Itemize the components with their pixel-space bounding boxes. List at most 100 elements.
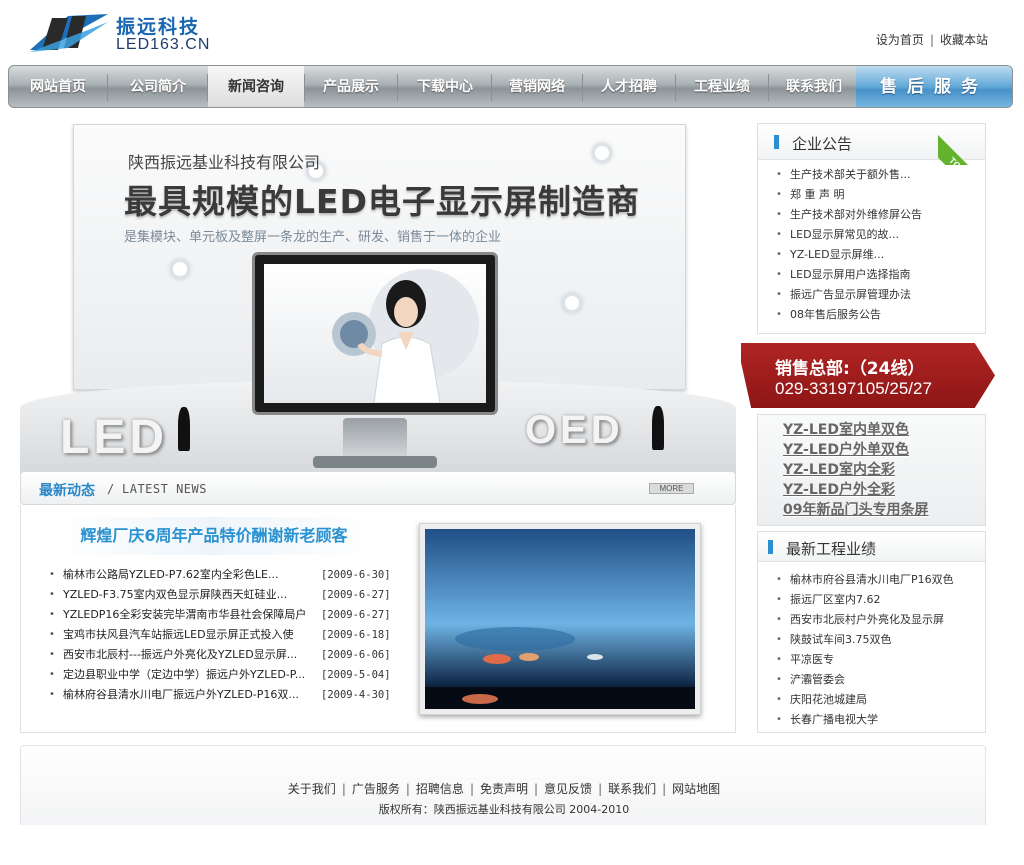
project-item[interactable]: 庆阳花池城建局	[758, 690, 985, 710]
hotline-label: 销售总部:（24线）	[775, 359, 925, 379]
footer-separator: |	[341, 782, 346, 796]
notice-item[interactable]: 生产技术部对外维修屏公告	[758, 205, 985, 225]
notice-panel-title: 企业公告	[792, 135, 853, 153]
nav-item-news[interactable]: 新闻咨询	[208, 66, 304, 107]
map-dot	[592, 143, 612, 163]
person-silhouette-icon	[652, 406, 664, 450]
footer: 关于我们 | 广告服务 | 招聘信息 | 免责声明 | 意见反馈 | 联系我们 | 网站地图 版权所有：…	[20, 745, 986, 825]
map-dot	[170, 259, 190, 279]
project-item[interactable]: 西安市北辰村户外亮化及显示屏	[758, 610, 985, 630]
floor-text-led: LED	[60, 411, 168, 464]
product-link[interactable]: YZ-LED室内单双色	[783, 420, 985, 440]
banner-company-name: 陕西振远基业科技有限公司	[128, 153, 321, 172]
news-item[interactable]: 西安市北辰村---振远户外亮化及YZLED显示屏... [2009-6-06]	[49, 645, 397, 665]
woman-with-globe-illustration	[332, 269, 479, 403]
product-link[interactable]: YZ-LED室内全彩	[783, 460, 985, 480]
notice-item[interactable]: LED显示屏用户选择指南	[758, 265, 985, 285]
project-item[interactable]: 平凉医专	[758, 650, 985, 670]
news-item[interactable]: 定边县职业中学（定边中学）振远户外YZLED-P... [2009-5-04]	[49, 665, 397, 685]
notice-item[interactable]: 08年售后服务公告	[758, 305, 985, 325]
news-item-date: [2009-6-06]	[321, 649, 391, 661]
news-item-title[interactable]: 西安市北辰村---振远户外亮化及YZLED显示屏...	[63, 645, 317, 665]
notice-item[interactable]: 郑 重 声 明	[758, 185, 985, 205]
news-item-title[interactable]: 榆林府谷县清水川电厂振远户外YZLED-P16双...	[63, 685, 317, 705]
projects-panel-title: 最新工程业绩	[786, 540, 877, 558]
news-item-title[interactable]: YZLED-F3.75室内双色显示屏陕西天虹硅业...	[63, 585, 317, 605]
person-silhouette-icon	[178, 407, 190, 451]
news-item-date: [2009-4-30]	[321, 689, 391, 701]
project-item[interactable]: 长春广播电视大学	[758, 710, 985, 730]
notice-item[interactable]: LED显示屏常见的故...	[758, 225, 985, 245]
nav-item-jobs[interactable]: 人才招聘	[583, 66, 675, 107]
title-bar-marker	[768, 540, 773, 554]
news-item-title[interactable]: 榆林市公路局YZLED-P7.62室内全彩色LE...	[63, 565, 317, 585]
projects-panel: 最新工程业绩 榆林市府谷县清水川电厂P16双色 振远厂区室内7.62 西安市北辰…	[757, 531, 986, 733]
title-bar-marker	[774, 135, 779, 149]
nav-item-about[interactable]: 公司简介	[109, 66, 207, 107]
aquarium-led-screen-image	[425, 529, 695, 709]
header: 振远科技 LED163.CN 设为首页 | 收藏本站	[0, 0, 1024, 64]
news-item[interactable]: 榆林市公路局YZLED-P7.62室内全彩色LE... [2009-6-30]	[49, 565, 397, 585]
news-list: 榆林市公路局YZLED-P7.62室内全彩色LE... [2009-6-30] Y…	[49, 565, 397, 705]
news-item-date: [2009-5-04]	[321, 669, 391, 681]
logo-mark-icon	[30, 14, 108, 52]
notice-item[interactable]: 振远广告显示屏管理办法	[758, 285, 985, 305]
banner-slogan: 最具规模的LED电子显示屏制造商	[124, 182, 640, 221]
footer-link-disclaimer[interactable]: 免责声明	[480, 782, 528, 796]
nav-item-sales-network[interactable]: 营销网络	[492, 66, 582, 107]
footer-link-sitemap[interactable]: 网站地图	[672, 782, 720, 796]
monitor-screen-image	[264, 264, 486, 403]
nav-item-projects[interactable]: 工程业绩	[676, 66, 768, 107]
notice-item[interactable]: 生产技术部关于额外售...	[758, 165, 985, 185]
bookmark-link[interactable]: 收藏本站	[940, 33, 988, 47]
site-logo[interactable]: 振远科技 LED163.CN	[28, 12, 228, 60]
footer-link-recruit[interactable]: 招聘信息	[416, 782, 464, 796]
nav-item-contact[interactable]: 联系我们	[769, 66, 859, 107]
nav-divider	[107, 74, 108, 101]
project-item[interactable]: 榆林市府谷县清水川电厂P16双色	[758, 570, 985, 590]
news-item-title[interactable]: YZLEDP16全彩安装完毕渭南市华县社会保障局户	[63, 605, 317, 625]
footer-link-contact[interactable]: 联系我们	[608, 782, 656, 796]
after-sales-service-button[interactable]: 售后服务	[856, 66, 1012, 107]
set-homepage-link[interactable]: 设为首页	[876, 33, 924, 47]
notice-list: 生产技术部关于额外售... 郑 重 声 明 生产技术部对外维修屏公告 LED显示…	[758, 160, 985, 325]
top-link-separator: |	[929, 33, 934, 47]
logo-text-en: LED163.CN	[116, 36, 211, 53]
floor-text-oed: OED	[525, 408, 624, 452]
news-headline[interactable]: 辉煌厂庆6周年产品特价酬谢新老顾客	[53, 517, 375, 555]
footer-separator: |	[598, 782, 603, 796]
news-item-title[interactable]: 定边县职业中学（定边中学）振远户外YZLED-P...	[63, 665, 317, 685]
product-links-panel: YZ-LED室内单双色 YZ-LED户外单双色 YZ-LED室内全彩 YZ-LE…	[757, 414, 986, 526]
hero-banner: 陕西振远基业科技有限公司 最具规模的LED电子显示屏制造商 是集模块、单元板及整…	[20, 120, 736, 474]
news-item-date: [2009-6-30]	[321, 569, 391, 581]
news-item[interactable]: 宝鸡市扶风县汽车站振远LED显示屏正式投入使 [2009-6-18]	[49, 625, 397, 645]
product-link[interactable]: 09年新品门头专用条屏	[783, 500, 985, 520]
topic-ribbon-label: TOPIC	[938, 131, 986, 165]
footer-link-feedback[interactable]: 意见反馈	[544, 782, 592, 796]
top-links: 设为首页 | 收藏本站	[876, 31, 988, 48]
news-item[interactable]: 榆林府谷县清水川电厂振远户外YZLED-P16双... [2009-4-30]	[49, 685, 397, 705]
news-item-title[interactable]: 宝鸡市扶风县汽车站振远LED显示屏正式投入使	[63, 625, 317, 645]
nav-item-products[interactable]: 产品展示	[305, 66, 397, 107]
project-item[interactable]: 振远厂区室内7.62	[758, 590, 985, 610]
main-nav: 网站首页 公司简介 新闻咨询 产品展示 下载中心 营销网络 人才招聘 工程业绩 …	[8, 65, 1013, 108]
news-photo[interactable]	[419, 523, 701, 715]
news-title-separator: /	[107, 482, 115, 496]
news-item[interactable]: YZLEDP16全彩安装完毕渭南市华县社会保障局户 [2009-6-27]	[49, 605, 397, 625]
project-item[interactable]: 浐灞管委会	[758, 670, 985, 690]
monitor-base	[313, 456, 437, 468]
product-link[interactable]: YZ-LED户外全彩	[783, 480, 985, 500]
nav-item-home[interactable]: 网站首页	[9, 66, 107, 107]
news-more-button[interactable]: MORE	[649, 483, 694, 494]
notice-item[interactable]: YZ-LED显示屏维...	[758, 245, 985, 265]
product-link[interactable]: YZ-LED户外单双色	[783, 440, 985, 460]
project-item[interactable]: 陕鼓试车间3.75双色	[758, 630, 985, 650]
footer-separator: |	[534, 782, 539, 796]
footer-link-about[interactable]: 关于我们	[288, 782, 336, 796]
sales-hotline-banner: 销售总部:（24线） 029-33197105/25/27	[741, 343, 995, 408]
nav-item-download[interactable]: 下载中心	[399, 66, 491, 107]
topic-ribbon: TOPIC	[938, 117, 986, 165]
news-item[interactable]: YZLED-F3.75室内双色显示屏陕西天虹硅业... [2009-6-27]	[49, 585, 397, 605]
footer-link-ads[interactable]: 广告服务	[352, 782, 400, 796]
logo-text-cn: 振远科技	[116, 16, 201, 38]
